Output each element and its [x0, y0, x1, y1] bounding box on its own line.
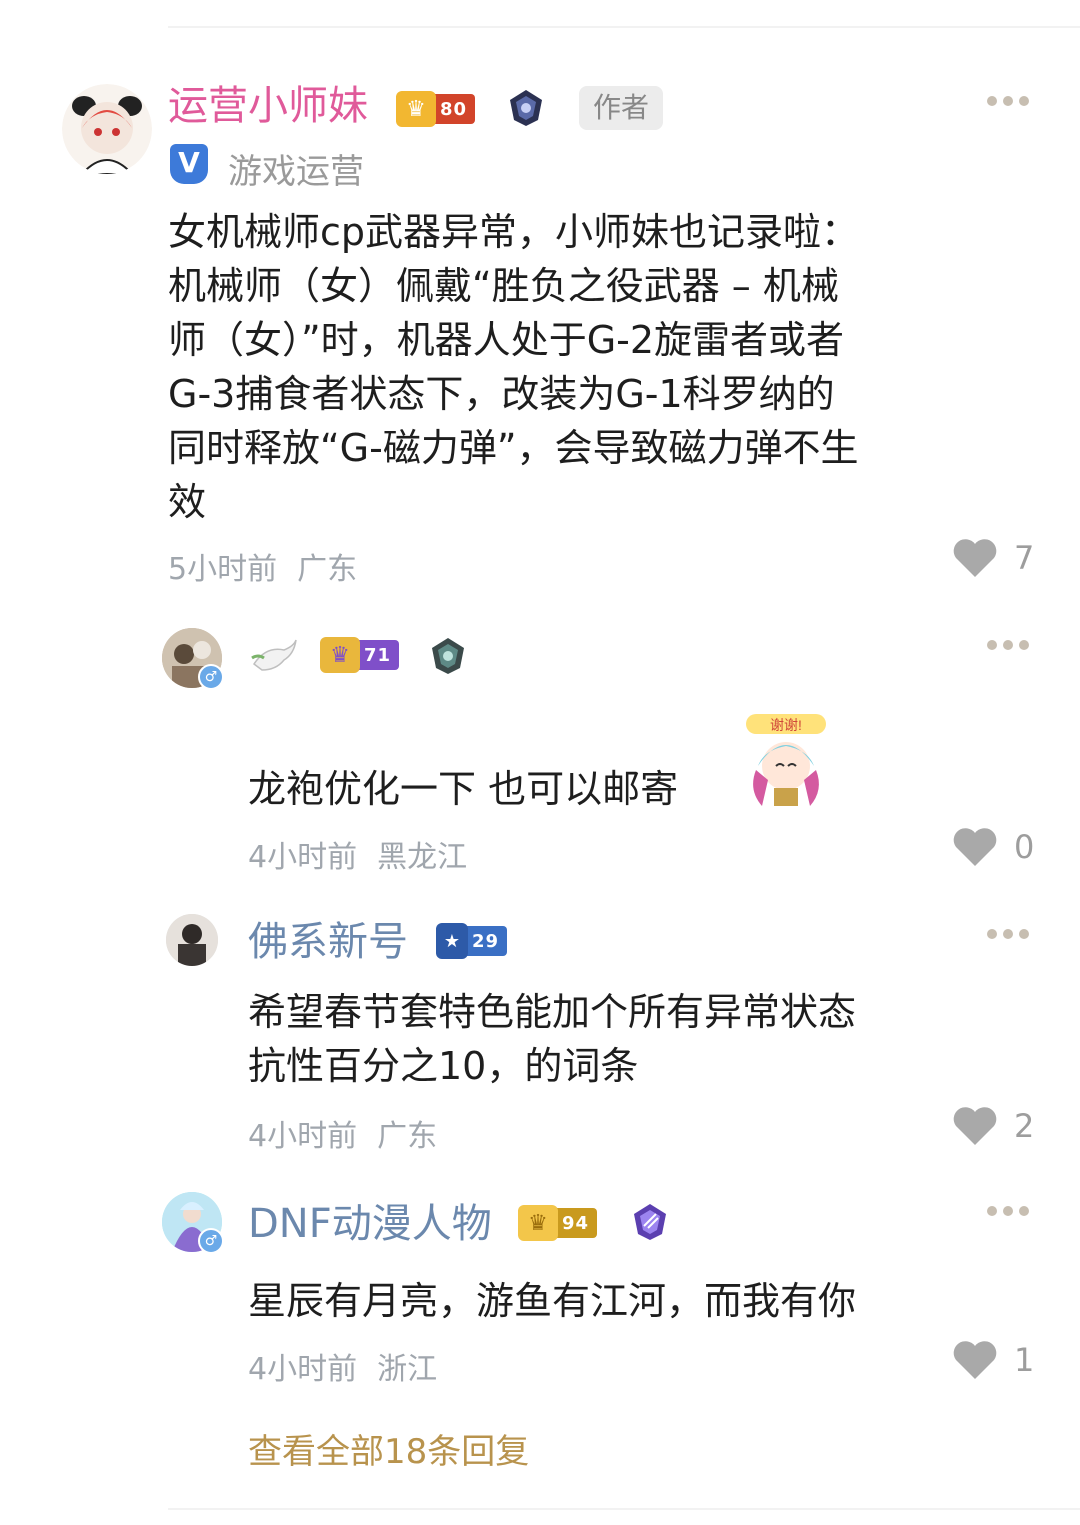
- reply-location: 广东: [377, 1119, 438, 1154]
- author-level-number: 80: [440, 98, 468, 120]
- heart-icon: [953, 539, 997, 577]
- male-icon: ♂: [198, 1228, 224, 1254]
- reply-meta: 4小时前 黑龙江: [248, 832, 467, 876]
- crown-icon: ♛: [320, 637, 360, 673]
- male-icon: ♂: [198, 664, 224, 690]
- bottom-divider: [168, 1508, 1080, 1510]
- reply-level-badge: ♛ 94: [518, 1205, 598, 1241]
- comment-text-line: 师（女）”时，机器人处于G-2旋雷者或者: [168, 318, 845, 362]
- reply-level-number: 71: [364, 644, 392, 666]
- author-level-badge: ♛ 80: [396, 91, 476, 127]
- more-options-icon[interactable]: [982, 1204, 1034, 1218]
- reply-location: 浙江: [377, 1352, 438, 1387]
- reply-text: 星辰有月亮，游鱼有江河，而我有你: [248, 1279, 857, 1323]
- reply-avatar[interactable]: [166, 914, 218, 966]
- reply-like-button[interactable]: 2: [952, 1105, 1034, 1147]
- view-all-replies-link[interactable]: 查看全部18条回复: [248, 1424, 529, 1473]
- sticker-text: 谢谢!: [770, 717, 802, 733]
- reply-meta: 4小时前 浙江: [248, 1344, 437, 1388]
- crown-icon: ♛: [518, 1205, 558, 1241]
- rank-emblem-icon: [432, 638, 464, 674]
- reply-text: 龙袍优化一下 也可以邮寄: [248, 767, 679, 811]
- comment-text-line: 机械师（女）佩戴“胜负之役武器 – 机械: [168, 264, 839, 308]
- comment-like-button[interactable]: 7: [952, 537, 1034, 579]
- more-options-icon[interactable]: [982, 94, 1034, 108]
- reply-like-button[interactable]: 0: [952, 826, 1034, 868]
- comment-text: 女机械师cp武器异常，小师妹也记录啦： 机械师（女）佩戴“胜负之役武器 – 机械…: [168, 205, 948, 529]
- top-divider: [168, 26, 1080, 28]
- reply-time: 4小时前: [248, 840, 358, 875]
- reply-like-count: 0: [1014, 828, 1035, 866]
- author-avatar[interactable]: [62, 84, 152, 174]
- reply-level-badge: ♛ 71: [320, 637, 400, 673]
- reply-text-line: 希望春节套特色能加个所有异常状态: [248, 990, 857, 1034]
- sticker-image: 谢谢!: [738, 710, 834, 810]
- verified-badge-icon: V: [170, 144, 208, 184]
- reply-location: 黑龙江: [377, 840, 468, 875]
- reply-like-count: 1: [1014, 1341, 1035, 1379]
- author-name[interactable]: 运营小师妹: [168, 82, 368, 130]
- more-options-icon[interactable]: [982, 638, 1034, 652]
- comment-text-line: 女机械师cp武器异常，小师妹也记录啦：: [168, 210, 860, 254]
- crown-icon: ♛: [396, 91, 436, 127]
- heart-icon: [953, 828, 997, 866]
- comment-text-line: G-3捕食者状态下，改装为G-1科罗纳的: [168, 372, 835, 416]
- rank-emblem-icon: [510, 90, 542, 126]
- reply-time: 4小时前: [248, 1352, 358, 1387]
- dove-icon: [251, 639, 297, 671]
- reply-level-number: 29: [472, 930, 500, 952]
- comment-location: 广东: [297, 552, 358, 587]
- reply-like-button[interactable]: 1: [952, 1339, 1034, 1381]
- comment-text-line: 效: [168, 480, 207, 524]
- comment-time: 5小时前: [168, 552, 278, 587]
- reply-meta: 4小时前 广东: [248, 1111, 437, 1155]
- star-icon: ★: [436, 923, 468, 959]
- author-verified-label: 游戏运营: [228, 152, 364, 192]
- reply-text-line: 抗性百分之10，的词条: [248, 1044, 639, 1088]
- more-options-icon[interactable]: [982, 927, 1034, 941]
- reply-author-name[interactable]: DNF动漫人物: [248, 1200, 492, 1248]
- reply-time: 4小时前: [248, 1119, 358, 1154]
- reply-level-number: 94: [562, 1212, 590, 1234]
- author-tag: 作者: [579, 86, 664, 130]
- reply-author-name[interactable]: 佛系新号: [248, 918, 408, 966]
- reply-like-count: 2: [1014, 1107, 1035, 1145]
- comment-text-line: 同时释放“G-磁力弹”，会导致磁力弹不生: [168, 426, 859, 470]
- heart-icon: [953, 1107, 997, 1145]
- heart-icon: [953, 1341, 997, 1379]
- comment-meta: 5小时前 广东: [168, 544, 357, 588]
- reply-text: 希望春节套特色能加个所有异常状态 抗性百分之10，的词条: [248, 985, 948, 1093]
- reply-level-badge: ★ 29: [436, 923, 508, 959]
- comment-like-count: 7: [1014, 539, 1035, 577]
- rank-emblem-icon: [634, 1204, 666, 1240]
